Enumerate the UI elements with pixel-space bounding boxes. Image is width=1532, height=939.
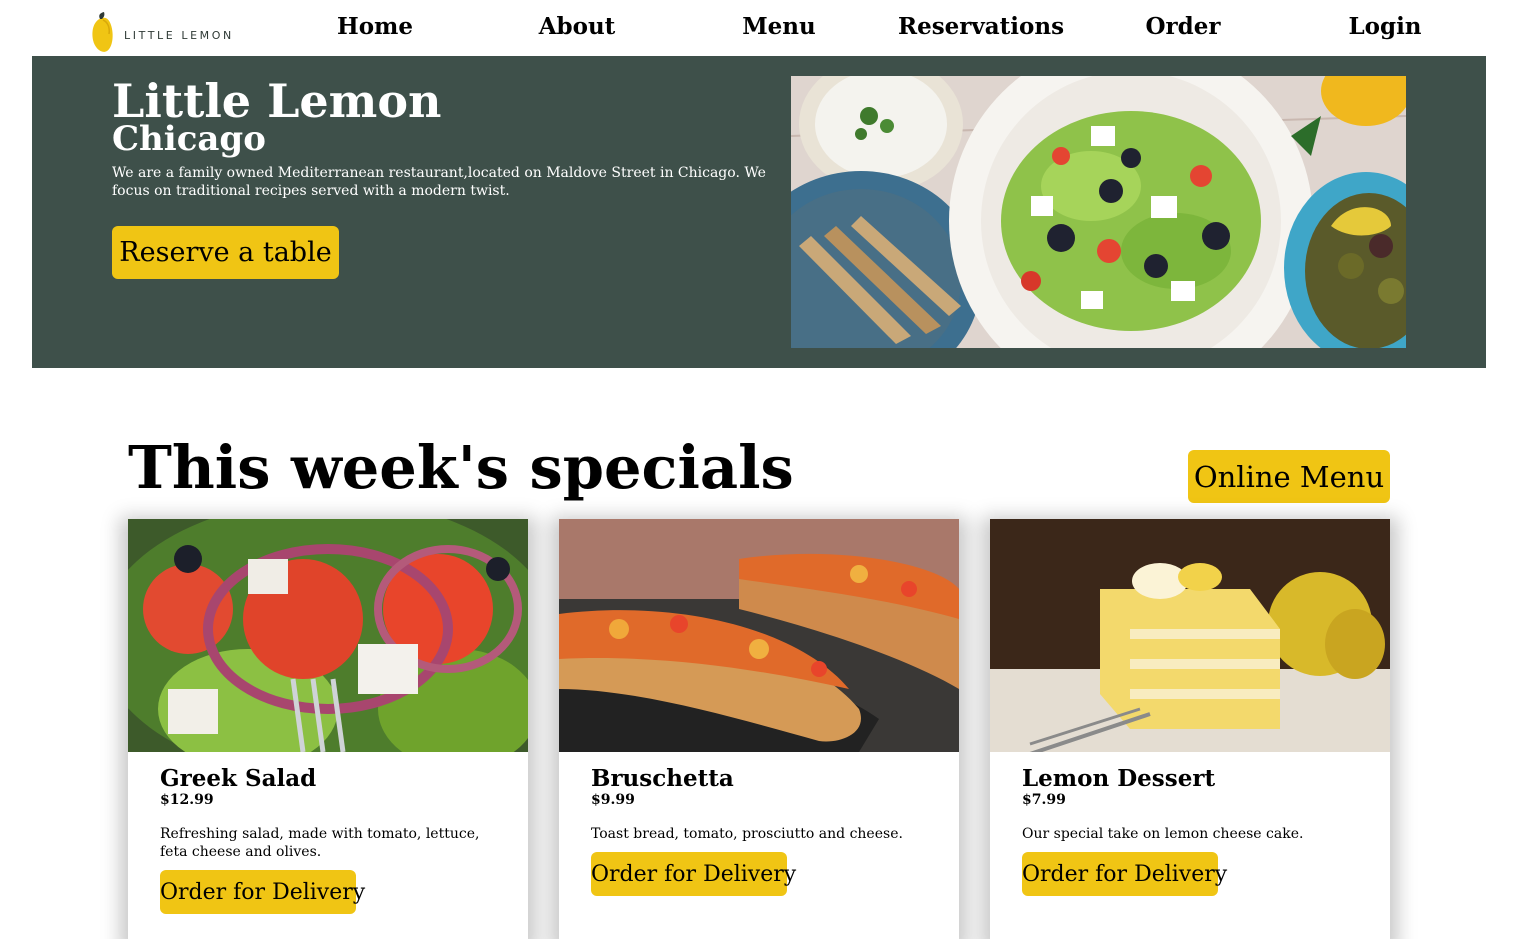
hero-section: Little Lemon Chicago We are a family own… bbox=[32, 56, 1486, 368]
order-delivery-button[interactable]: Order for Delivery bbox=[1022, 852, 1227, 896]
hero-description: We are a family owned Mediterranean rest… bbox=[112, 165, 766, 199]
logo-wordmark: LITTLE LEMON bbox=[124, 28, 234, 42]
special-card-lemon-dessert: Lemon Dessert $7.99 Our special take on … bbox=[990, 519, 1390, 939]
top-navigation: LITTLE LEMON Home About Menu Reservation… bbox=[0, 0, 1532, 56]
specials-title: This week's specials bbox=[128, 433, 794, 502]
nav-menu[interactable]: Menu bbox=[689, 13, 869, 40]
nav-about[interactable]: About bbox=[487, 13, 667, 40]
bruschetta-image bbox=[559, 519, 959, 752]
order-delivery-button[interactable]: Order for Delivery bbox=[591, 852, 796, 896]
card-title: Greek Salad bbox=[160, 765, 317, 792]
lemon-dessert-image bbox=[990, 519, 1390, 752]
card-price: $12.99 bbox=[160, 792, 214, 808]
greek-salad-image bbox=[128, 519, 528, 752]
hero-food-image bbox=[791, 76, 1406, 348]
card-title: Lemon Dessert bbox=[1022, 765, 1216, 792]
logo[interactable]: LITTLE LEMON bbox=[90, 12, 250, 54]
nav-login[interactable]: Login bbox=[1295, 13, 1475, 40]
order-delivery-button[interactable]: Order for Delivery bbox=[160, 870, 365, 914]
nav-order[interactable]: Order bbox=[1093, 13, 1273, 40]
reserve-table-button[interactable]: Reserve a table bbox=[112, 226, 339, 279]
online-menu-button[interactable]: Online Menu bbox=[1188, 450, 1390, 503]
special-card-greek-salad: Greek Salad $12.99 Refreshing salad, mad… bbox=[128, 519, 528, 939]
special-card-bruschetta: Bruschetta $9.99 Toast bread, tomato, pr… bbox=[559, 519, 959, 939]
card-price: $9.99 bbox=[591, 792, 635, 808]
hero-subtitle: Chicago bbox=[112, 119, 266, 159]
nav-home[interactable]: Home bbox=[285, 13, 465, 40]
card-description: Refreshing salad, made with tomato, lett… bbox=[160, 826, 480, 860]
hero-title: Little Lemon bbox=[112, 74, 442, 128]
lemon-logo-icon bbox=[92, 12, 113, 52]
card-title: Bruschetta bbox=[591, 765, 734, 792]
nav-reservations[interactable]: Reservations bbox=[891, 13, 1071, 40]
card-description: Toast bread, tomato, prosciutto and chee… bbox=[591, 826, 903, 842]
card-description: Our special take on lemon cheese cake. bbox=[1022, 826, 1304, 842]
card-price: $7.99 bbox=[1022, 792, 1066, 808]
